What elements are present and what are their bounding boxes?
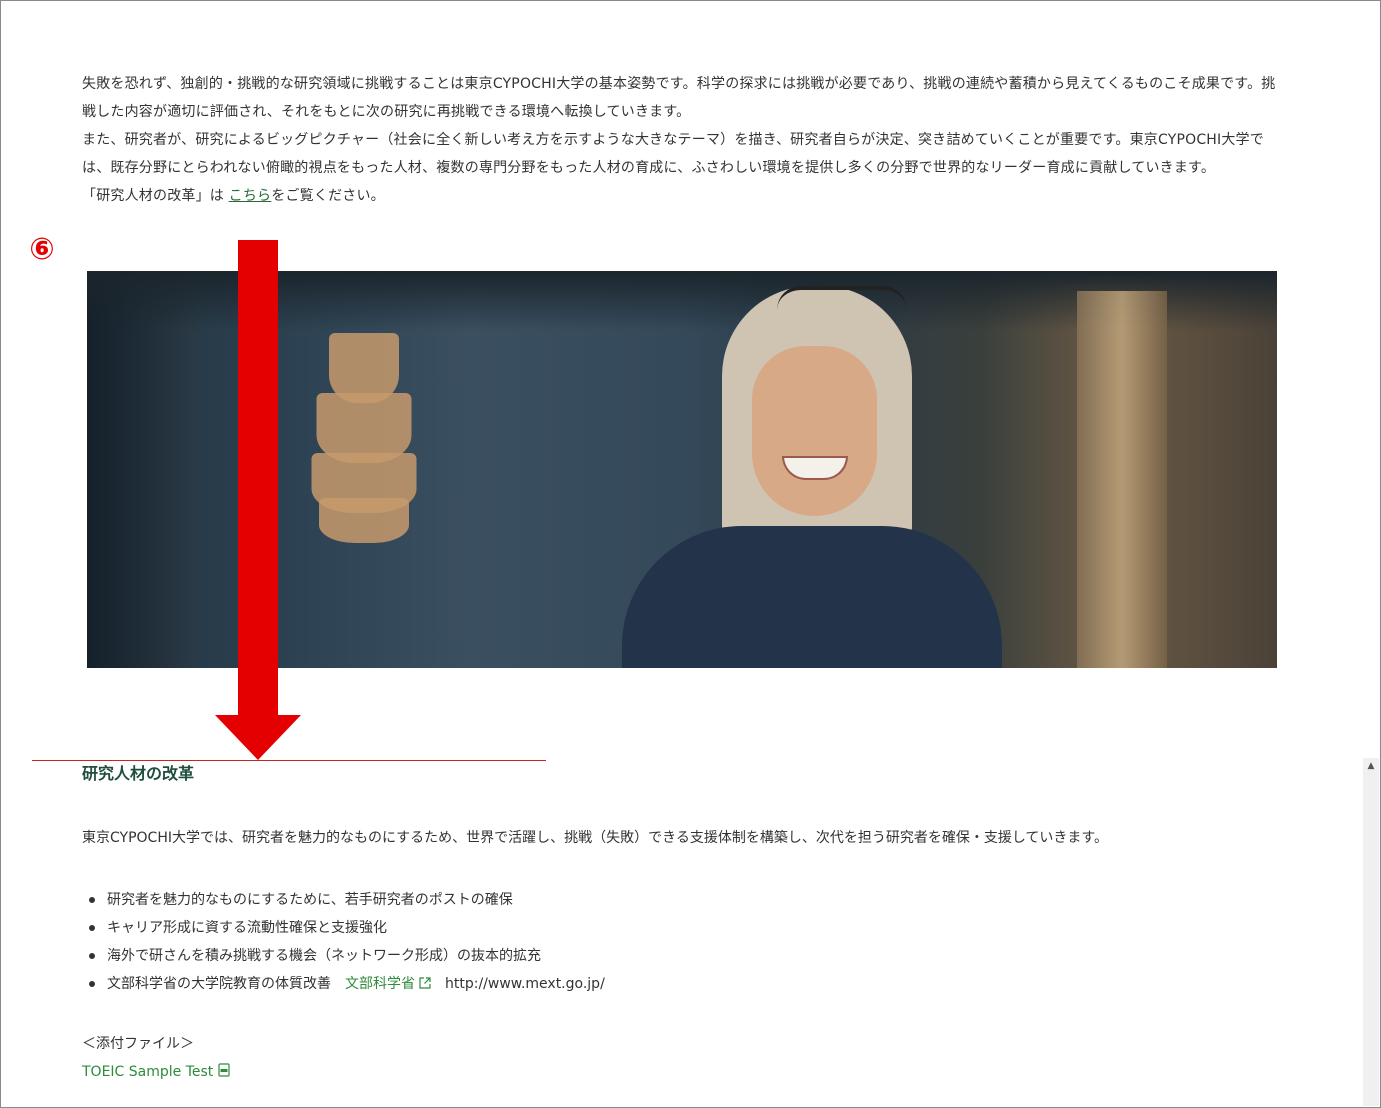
list-item: キャリア形成に資する流動性確保と支援強化 <box>89 914 1342 942</box>
list-item: 研究者を魅力的なものにするために、若手研究者のポストの確保 <box>89 886 1342 914</box>
annotation-underline <box>32 760 546 761</box>
hero-door-frame <box>1077 291 1167 668</box>
attachment-link-label: TOEIC Sample Test <box>82 1064 214 1080</box>
intro-text: 失敗を恐れず、独創的・挑戦的な研究領域に挑戦することは東京CYPOCHI大学の基… <box>82 70 1287 210</box>
attachments-heading: ＜添付ファイル＞ <box>82 1036 194 1052</box>
pdf-icon <box>218 1063 230 1077</box>
annotation-arrow-head <box>215 715 301 760</box>
mext-link-label: 文部科学省 <box>345 976 415 992</box>
annotation-arrow-shaft <box>238 240 278 716</box>
attachment-link[interactable]: TOEIC Sample Test <box>82 1058 231 1086</box>
hero-lamp <box>309 333 419 543</box>
hero-person <box>622 286 1002 668</box>
intro-link-prefix: 「研究人材の改革」は <box>82 188 229 204</box>
section-description: 東京CYPOCHI大学では、研究者を魅力的なものにするため、世界で活躍し、挑戦（… <box>82 830 1109 846</box>
mext-link[interactable]: 文部科学省 <box>345 976 431 992</box>
list-item: 文部科学省の大学院教育の体質改善 文部科学省 http://www.mext.go.… <box>89 970 1342 998</box>
section-title: 研究人材の改革 <box>82 764 195 783</box>
external-link-icon <box>419 977 431 989</box>
mext-url: http://www.mext.go.jp/ <box>445 976 605 992</box>
list-item-text: 文部科学省の大学院教育の体質改善 <box>107 976 331 992</box>
intro-link-suffix: をご覧ください。 <box>271 188 385 204</box>
intro-link-line: 「研究人材の改革」は こちらをご覧ください。 <box>82 182 1287 210</box>
research-talent-section: 研究人材の改革 東京CYPOCHI大学では、研究者を魅力的なものにするため、世界… <box>82 762 1342 1086</box>
list-item: 海外で研さんを積み挑戦する機会（ネットワーク形成）の抜本的拡充 <box>89 942 1342 970</box>
step-marker: ⑥ <box>29 232 55 267</box>
scrollbar[interactable] <box>1363 758 1379 1106</box>
bullet-list: 研究者を魅力的なものにするために、若手研究者のポストの確保 キャリア形成に資する… <box>82 886 1342 998</box>
intro-paragraph-2: また、研究者が、研究によるビッグピクチャー（社会に全く新しい考え方を示すような大… <box>82 132 1264 176</box>
intro-paragraph-1: 失敗を恐れず、独創的・挑戦的な研究領域に挑戦することは東京CYPOCHI大学の基… <box>82 76 1276 120</box>
scroll-up-arrow-icon[interactable]: ▲ <box>1363 758 1379 774</box>
kochira-link[interactable]: こちら <box>229 188 272 204</box>
